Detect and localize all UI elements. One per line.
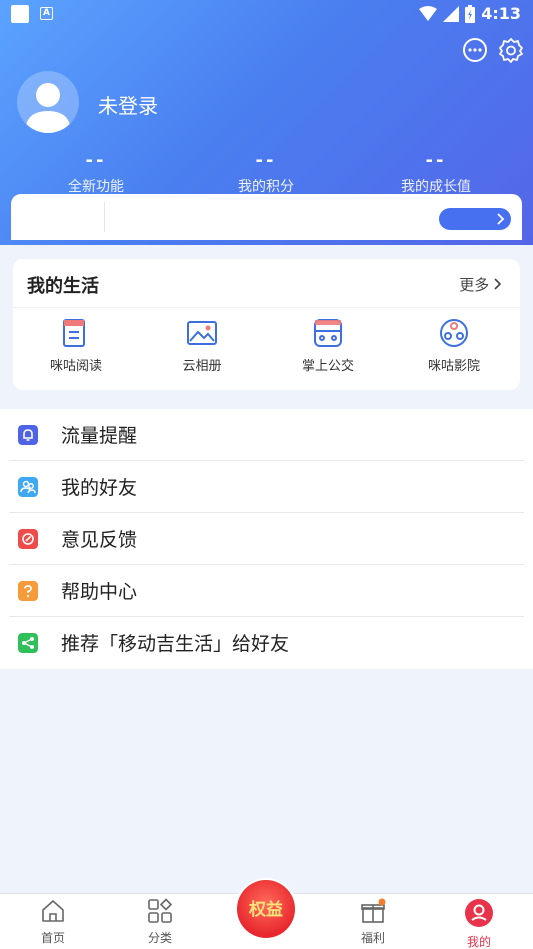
divider (104, 202, 105, 232)
chevron-right-icon (497, 212, 505, 225)
section-title: 我的生活 (27, 276, 99, 297)
life-item-label: 咪咕阅读 (49, 359, 102, 374)
feedback-icon (18, 529, 38, 549)
stat-my-points[interactable]: -- 我的积分 (196, 150, 336, 196)
bell-icon (18, 425, 38, 445)
stat-growth-value[interactable]: -- 我的成长值 (366, 150, 506, 196)
help-icon (18, 581, 38, 601)
menu-item-my-friends[interactable]: 我的好友 (9, 461, 524, 513)
wifi-icon (419, 5, 438, 21)
menu-item-help-center[interactable]: 帮助中心 (9, 565, 524, 617)
notification-icon (11, 5, 29, 23)
film-reel-icon (440, 319, 468, 347)
battery-icon (465, 4, 476, 23)
tab-category[interactable]: 分类 (125, 898, 195, 946)
stat-label: 我的积分 (238, 179, 294, 195)
clock: 4:13 (481, 4, 521, 23)
menu-item-label: 帮助中心 (61, 581, 138, 603)
message-icon[interactable] (461, 36, 489, 64)
settings-menu: 流量提醒 我的好友 意见反馈 帮助中心 推荐「移动吉生活」给好友 (0, 409, 533, 669)
more-link[interactable]: 更多 (459, 274, 502, 295)
tab-mine[interactable]: 我的 (444, 898, 514, 949)
home-icon (42, 900, 64, 922)
share-icon (18, 633, 38, 653)
bus-icon (314, 319, 342, 347)
tab-benefits[interactable]: 福利 (338, 898, 408, 946)
stat-label: 全新功能 (68, 179, 124, 195)
photo-album-icon (187, 321, 217, 345)
login-link[interactable]: 未登录 (98, 90, 158, 119)
life-item-label: 掌上公交 (301, 359, 354, 374)
signal-icon (443, 5, 460, 22)
chevron-right-icon (494, 278, 502, 290)
tab-label: 福利 (360, 931, 385, 945)
gift-icon (361, 898, 386, 923)
tab-label: 首页 (40, 931, 65, 945)
friends-icon (18, 477, 38, 497)
stat-value: -- (85, 150, 107, 171)
status-bar: A 4:13 (0, 0, 533, 28)
avatar[interactable] (17, 71, 79, 133)
book-icon (63, 319, 85, 347)
stat-value: -- (255, 150, 277, 171)
more-label: 更多 (459, 276, 490, 294)
profile-icon (465, 899, 493, 927)
life-item-migu-cinema[interactable]: 咪咕影院 (391, 317, 517, 374)
divider (13, 307, 520, 308)
my-life-card: 我的生活 更多 咪咕阅读 云相册 掌上公交 咪咕影院 (13, 259, 520, 390)
menu-item-label: 意见反馈 (61, 529, 138, 551)
menu-item-label: 推荐「移动吉生活」给好友 (61, 633, 290, 655)
life-item-migu-reading[interactable]: 咪咕阅读 (13, 317, 139, 374)
settings-gear-icon[interactable] (497, 36, 525, 64)
menu-item-feedback[interactable]: 意见反馈 (9, 513, 524, 565)
life-item-cloud-album[interactable]: 云相册 (139, 317, 265, 374)
promo-card (11, 194, 522, 240)
life-item-label: 云相册 (182, 359, 222, 374)
rights-center-button[interactable]: 权益 (237, 880, 295, 938)
stat-label: 我的成长值 (401, 179, 471, 195)
menu-item-label: 流量提醒 (61, 425, 138, 447)
a-icon: A (40, 7, 53, 20)
tab-home[interactable]: 首页 (18, 898, 88, 946)
life-item-bus[interactable]: 掌上公交 (265, 317, 391, 374)
tab-label: 分类 (147, 931, 172, 945)
user-silhouette-icon (25, 83, 71, 133)
stat-new-features[interactable]: -- 全新功能 (26, 150, 166, 196)
tab-label: 我的 (466, 935, 491, 949)
life-item-label: 咪咕影院 (427, 359, 480, 374)
promo-button[interactable] (439, 208, 511, 230)
stat-value: -- (425, 150, 447, 171)
menu-item-label: 我的好友 (61, 477, 138, 499)
menu-item-recommend[interactable]: 推荐「移动吉生活」给好友 (9, 617, 524, 669)
category-icon (148, 898, 173, 923)
menu-item-data-alert[interactable]: 流量提醒 (9, 409, 524, 461)
